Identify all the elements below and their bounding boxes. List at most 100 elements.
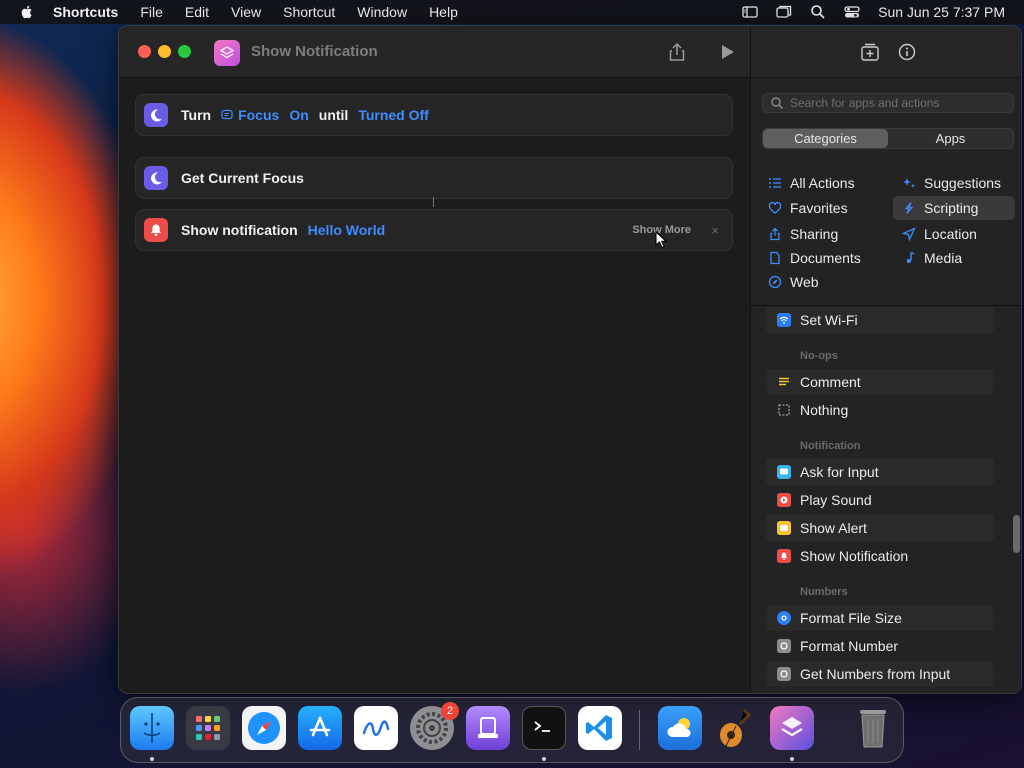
menu-edit[interactable]: Edit bbox=[185, 4, 209, 20]
list-item-comment[interactable]: Comment bbox=[766, 369, 994, 395]
menu-app-name[interactable]: Shortcuts bbox=[53, 4, 118, 20]
focus-token[interactable]: Focus bbox=[221, 107, 279, 123]
list-item-show-notification[interactable]: Show Notification bbox=[766, 543, 994, 569]
list-item-label: Nothing bbox=[800, 402, 849, 418]
action-label: Show notification bbox=[181, 222, 298, 238]
share-icon[interactable] bbox=[666, 41, 688, 63]
hello-world-token[interactable]: Hello World bbox=[308, 222, 386, 238]
control-center-icon[interactable] bbox=[844, 4, 860, 20]
focus-token-icon bbox=[221, 109, 233, 120]
location-arrow-icon bbox=[902, 227, 916, 241]
menu-shortcut[interactable]: Shortcut bbox=[283, 4, 335, 20]
window-title[interactable]: Show Notification bbox=[251, 43, 378, 60]
list-item-set-wifi[interactable]: Set Wi-Fi bbox=[766, 307, 994, 333]
menu-bar: Shortcuts File Edit View Shortcut Window… bbox=[0, 0, 1024, 24]
minimize-window-button[interactable] bbox=[158, 45, 171, 58]
actions-list: Set Wi-Fi No-ops Comment Nothing Notific… bbox=[751, 307, 1021, 693]
category-scripting[interactable]: Scripting bbox=[893, 196, 1015, 220]
action-library-icon[interactable] bbox=[859, 41, 881, 63]
dock-finder[interactable] bbox=[130, 706, 174, 750]
category-label: Sharing bbox=[790, 226, 839, 242]
title-bar: Show Notification bbox=[119, 26, 750, 78]
dock-app-store[interactable] bbox=[298, 706, 342, 750]
dock-freeform[interactable] bbox=[354, 706, 398, 750]
running-indicator bbox=[542, 757, 546, 761]
category-favorites[interactable]: Favorites bbox=[768, 196, 848, 220]
list-item-get-numbers-from-input[interactable]: Get Numbers from Input bbox=[766, 661, 994, 687]
action-label: Get Current Focus bbox=[181, 170, 304, 186]
on-token[interactable]: On bbox=[289, 107, 308, 123]
dock-visual-studio-code[interactable] bbox=[578, 706, 622, 750]
category-label: Documents bbox=[790, 250, 861, 266]
apple-menu-icon[interactable] bbox=[19, 4, 35, 20]
category-documents[interactable]: Documents bbox=[768, 246, 861, 270]
section-header-noops: No-ops bbox=[800, 350, 838, 362]
actions-list-scrollbar[interactable] bbox=[1013, 515, 1020, 553]
action-get-current-focus[interactable]: Get Current Focus bbox=[135, 157, 733, 199]
list-icon bbox=[768, 176, 782, 190]
notification-badge: 2 bbox=[441, 702, 459, 720]
list-item-label: Comment bbox=[800, 374, 861, 390]
list-item-nothing[interactable]: Nothing bbox=[766, 397, 994, 423]
sidebar-icon[interactable] bbox=[742, 4, 758, 20]
list-item-format-file-size[interactable]: Format File Size bbox=[766, 605, 994, 631]
category-all-actions[interactable]: All Actions bbox=[768, 171, 855, 195]
remove-action-button[interactable]: × bbox=[711, 223, 719, 238]
list-item-label: Format File Size bbox=[800, 610, 902, 626]
info-icon[interactable] bbox=[896, 41, 918, 63]
dock-safari[interactable] bbox=[242, 706, 286, 750]
number-format-icon bbox=[777, 639, 791, 653]
actions-library-panel: Search for apps and actions Categories A… bbox=[750, 26, 1021, 693]
category-location[interactable]: Location bbox=[902, 222, 977, 246]
share-icon bbox=[768, 227, 782, 241]
list-item-format-number[interactable]: Format Number bbox=[766, 633, 994, 659]
scripting-icon bbox=[902, 201, 916, 215]
shortcut-icon[interactable] bbox=[214, 40, 240, 66]
zoom-window-button[interactable] bbox=[178, 45, 191, 58]
action-set-focus[interactable]: Turn Focus On until Turned Off bbox=[135, 94, 733, 136]
dock-launchpad[interactable] bbox=[186, 706, 230, 750]
dock-trash[interactable] bbox=[851, 706, 895, 750]
compass-icon bbox=[768, 275, 782, 289]
menu-clock[interactable]: Sun Jun 25 7:37 PM bbox=[878, 4, 1005, 20]
dock-shortcuts[interactable] bbox=[770, 706, 814, 750]
terminal-prompt-icon bbox=[534, 721, 550, 732]
dock-weather[interactable] bbox=[658, 706, 702, 750]
turned-off-token[interactable]: Turned Off bbox=[358, 107, 429, 123]
list-item-label: Get Numbers from Input bbox=[800, 666, 951, 682]
number-input-icon bbox=[777, 667, 791, 681]
menu-file[interactable]: File bbox=[140, 4, 163, 20]
list-item-ask-for-input[interactable]: Ask for Input bbox=[766, 459, 994, 485]
category-label: Web bbox=[790, 274, 819, 290]
menu-window[interactable]: Window bbox=[357, 4, 407, 20]
tab-apps[interactable]: Apps bbox=[888, 129, 1013, 148]
freeform-squiggle-icon bbox=[362, 720, 390, 736]
alert-icon bbox=[777, 521, 791, 535]
category-suggestions[interactable]: Suggestions bbox=[902, 171, 1001, 195]
dock-garageband[interactable] bbox=[714, 706, 758, 750]
weather-cloud-icon bbox=[667, 718, 691, 737]
dock-terminal[interactable] bbox=[522, 706, 566, 750]
list-item-play-sound[interactable]: Play Sound bbox=[766, 487, 994, 513]
menu-help[interactable]: Help bbox=[429, 4, 458, 20]
finder-face-icon bbox=[143, 713, 161, 743]
action-show-notification[interactable]: Show notification Hello World Show More … bbox=[135, 209, 733, 251]
running-indicator bbox=[790, 757, 794, 761]
category-label: Scripting bbox=[924, 200, 979, 216]
category-label: Media bbox=[924, 250, 963, 266]
run-icon[interactable] bbox=[716, 41, 738, 63]
search-field[interactable]: Search for apps and actions bbox=[762, 93, 1014, 113]
category-sharing[interactable]: Sharing bbox=[768, 222, 838, 246]
category-web[interactable]: Web bbox=[768, 270, 819, 294]
list-item-show-alert[interactable]: Show Alert bbox=[766, 515, 994, 541]
close-window-button[interactable] bbox=[138, 45, 151, 58]
dock-apple-configurator[interactable] bbox=[466, 706, 510, 750]
search-icon[interactable] bbox=[810, 4, 826, 20]
running-indicator bbox=[150, 757, 154, 761]
window-icon[interactable] bbox=[776, 4, 792, 20]
sparkles-icon bbox=[902, 176, 916, 190]
search-placeholder: Search for apps and actions bbox=[790, 96, 940, 110]
tab-categories[interactable]: Categories bbox=[763, 129, 888, 148]
menu-view[interactable]: View bbox=[231, 4, 261, 20]
category-media[interactable]: Media bbox=[902, 246, 962, 270]
